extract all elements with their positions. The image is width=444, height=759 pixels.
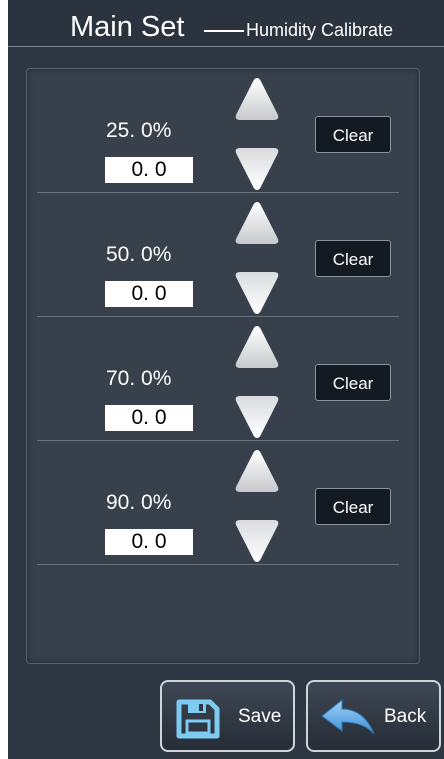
clear-button[interactable]: Clear [315,488,391,525]
save-button[interactable]: Save [160,680,295,752]
decrease-button[interactable] [233,145,281,193]
increase-button[interactable] [233,199,281,247]
up-triangle-icon [235,78,279,120]
calibration-row-70: 70. 0% 0. 0 Clear [27,317,419,441]
page-title: Main Set [70,11,185,43]
calibration-row-90: 90. 0% 0. 0 Clear [27,441,419,565]
floppy-disk-icon [176,699,220,744]
clear-button[interactable]: Clear [315,364,391,401]
left-edge-strip [0,0,8,759]
up-triangle-icon [235,202,279,244]
row-divider [37,564,399,565]
humidity-point-label: 90. 0% [106,491,172,514]
back-button[interactable]: Back [306,680,441,752]
down-triangle-icon [235,396,279,438]
page-subtitle: Humidity Calibrate [246,20,394,40]
humidity-calibrate-screen: Main Set Humidity Calibrate 25. 0% 0. 0 … [8,0,444,759]
humidity-point-label: 50. 0% [106,243,172,266]
back-label: Back [384,706,427,727]
page-header: Main Set Humidity Calibrate [8,0,444,46]
back-arrow-icon [320,698,376,743]
clear-button[interactable]: Clear [315,116,391,153]
decrease-button[interactable] [233,269,281,317]
calibration-offset-field[interactable]: 0. 0 [105,405,193,431]
save-label: Save [238,706,282,727]
down-triangle-icon [235,148,279,190]
decrease-button[interactable] [233,517,281,565]
increase-button[interactable] [233,323,281,371]
up-triangle-icon [235,450,279,492]
down-triangle-icon [235,520,279,562]
calibration-offset-field[interactable]: 0. 0 [105,281,193,307]
humidity-point-label: 70. 0% [106,367,172,390]
increase-button[interactable] [233,75,281,123]
clear-button[interactable]: Clear [315,240,391,277]
title-separator [204,30,244,32]
calibration-row-50: 50. 0% 0. 0 Clear [27,193,419,317]
calibration-offset-field[interactable]: 0. 0 [105,157,193,183]
humidity-point-label: 25. 0% [106,119,172,142]
calibration-offset-field[interactable]: 0. 0 [105,529,193,555]
calibration-row-25: 25. 0% 0. 0 Clear [27,69,419,193]
decrease-button[interactable] [233,393,281,441]
down-triangle-icon [235,272,279,314]
up-triangle-icon [235,326,279,368]
increase-button[interactable] [233,447,281,495]
calibration-panel: 25. 0% 0. 0 Clear 50. 0% 0. 0 Clear 70. … [26,68,420,664]
header-divider [8,46,444,47]
